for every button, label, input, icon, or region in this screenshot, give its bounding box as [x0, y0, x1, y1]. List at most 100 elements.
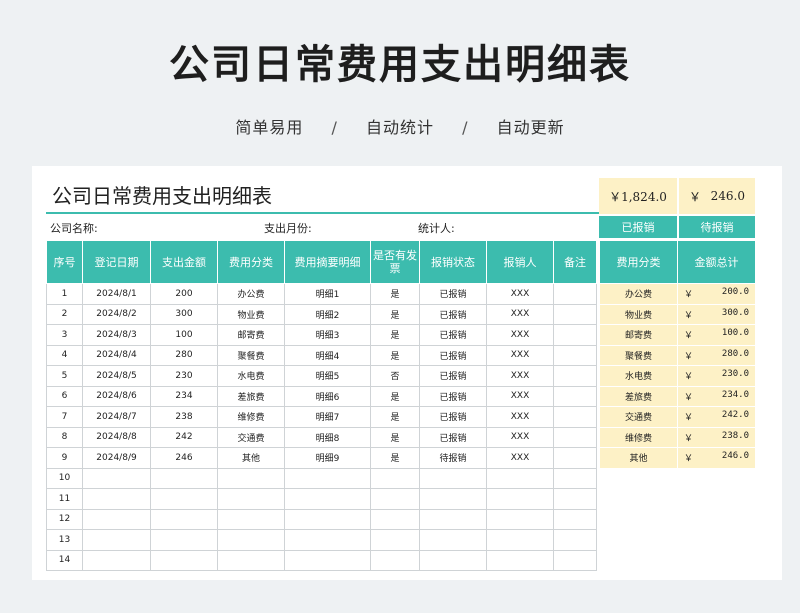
cell-amount[interactable]: 100	[150, 324, 218, 346]
cell-remark[interactable]	[553, 508, 597, 530]
pending-button[interactable]: 待报销	[679, 216, 755, 238]
cell-summary[interactable]: 明细8	[284, 426, 371, 448]
cell-category[interactable]: 交通费	[217, 426, 285, 448]
cell-remark[interactable]	[553, 324, 597, 346]
cell-invoice[interactable]	[370, 529, 420, 551]
cell-amount[interactable]	[150, 508, 218, 530]
stat-person-label[interactable]: 统计人:	[418, 220, 455, 236]
cell-date[interactable]	[82, 508, 151, 530]
cell-date[interactable]: 2024/8/6	[82, 385, 151, 407]
cell-status[interactable]	[419, 549, 487, 571]
cell-date[interactable]	[82, 488, 151, 510]
cell-status[interactable]: 已报销	[419, 344, 487, 366]
cell-summary[interactable]: 明细9	[284, 447, 371, 469]
cell-invoice[interactable]: 否	[370, 365, 420, 387]
cell-category[interactable]	[217, 549, 285, 571]
cell-invoice[interactable]: 是	[370, 283, 420, 305]
cell-summary[interactable]: 明细3	[284, 324, 371, 346]
cell-invoice[interactable]	[370, 467, 420, 489]
cell-reimburser[interactable]: XXX	[486, 426, 554, 448]
cell-reimburser[interactable]	[486, 488, 554, 510]
cell-status[interactable]	[419, 467, 487, 489]
cell-remark[interactable]	[553, 529, 597, 551]
cell-invoice[interactable]: 是	[370, 406, 420, 428]
cell-status[interactable]: 待报销	[419, 447, 487, 469]
cell-invoice[interactable]: 是	[370, 385, 420, 407]
cell-date[interactable]	[82, 549, 151, 571]
cell-reimburser[interactable]: XXX	[486, 365, 554, 387]
cell-amount[interactable]: 230	[150, 365, 218, 387]
cell-reimburser[interactable]: XXX	[486, 344, 554, 366]
cell-reimburser[interactable]	[486, 549, 554, 571]
cell-seq[interactable]: 11	[46, 488, 83, 510]
cell-category[interactable]	[217, 467, 285, 489]
cell-seq[interactable]: 4	[46, 344, 83, 366]
cell-category[interactable]: 聚餐费	[217, 344, 285, 366]
cell-seq[interactable]: 8	[46, 426, 83, 448]
cell-date[interactable]: 2024/8/5	[82, 365, 151, 387]
cell-category[interactable]: 邮寄费	[217, 324, 285, 346]
cell-amount[interactable]: 246	[150, 447, 218, 469]
cell-summary[interactable]	[284, 549, 371, 571]
cell-reimburser[interactable]: XXX	[486, 447, 554, 469]
cell-amount[interactable]	[150, 488, 218, 510]
cell-reimburser[interactable]	[486, 508, 554, 530]
cell-amount[interactable]	[150, 529, 218, 551]
cell-date[interactable]	[82, 529, 151, 551]
cell-invoice[interactable]	[370, 508, 420, 530]
cell-remark[interactable]	[553, 283, 597, 305]
cell-date[interactable]: 2024/8/8	[82, 426, 151, 448]
cell-remark[interactable]	[553, 549, 597, 571]
cell-amount[interactable]: 234	[150, 385, 218, 407]
cell-status[interactable]	[419, 529, 487, 551]
cell-amount[interactable]	[150, 467, 218, 489]
cell-date[interactable]: 2024/8/3	[82, 324, 151, 346]
cell-summary[interactable]: 明细6	[284, 385, 371, 407]
cell-seq[interactable]: 9	[46, 447, 83, 469]
cell-category[interactable]	[217, 488, 285, 510]
cell-seq[interactable]: 7	[46, 406, 83, 428]
cell-status[interactable]: 已报销	[419, 426, 487, 448]
cell-reimburser[interactable]: XXX	[486, 406, 554, 428]
cell-date[interactable]: 2024/8/9	[82, 447, 151, 469]
company-name-label[interactable]: 公司名称:	[50, 220, 98, 236]
cell-seq[interactable]: 10	[46, 467, 83, 489]
cell-category[interactable]: 办公费	[217, 283, 285, 305]
cell-remark[interactable]	[553, 467, 597, 489]
cell-summary[interactable]: 明细7	[284, 406, 371, 428]
cell-status[interactable]: 已报销	[419, 365, 487, 387]
cell-category[interactable]: 维修费	[217, 406, 285, 428]
cell-date[interactable]: 2024/8/2	[82, 303, 151, 325]
cell-status[interactable]: 已报销	[419, 385, 487, 407]
cell-category[interactable]: 物业费	[217, 303, 285, 325]
cell-category[interactable]	[217, 529, 285, 551]
cell-summary[interactable]: 明细2	[284, 303, 371, 325]
cell-invoice[interactable]: 是	[370, 426, 420, 448]
cell-amount[interactable]: 238	[150, 406, 218, 428]
cell-invoice[interactable]: 是	[370, 324, 420, 346]
cell-amount[interactable]	[150, 549, 218, 571]
cell-date[interactable]: 2024/8/4	[82, 344, 151, 366]
cell-summary[interactable]	[284, 488, 371, 510]
cell-date[interactable]	[82, 467, 151, 489]
cell-amount[interactable]: 280	[150, 344, 218, 366]
cell-reimburser[interactable]: XXX	[486, 385, 554, 407]
cell-invoice[interactable]: 是	[370, 344, 420, 366]
cell-seq[interactable]: 12	[46, 508, 83, 530]
cell-invoice[interactable]: 是	[370, 303, 420, 325]
cell-summary[interactable]: 明细1	[284, 283, 371, 305]
cell-seq[interactable]: 1	[46, 283, 83, 305]
cell-remark[interactable]	[553, 447, 597, 469]
cell-status[interactable]	[419, 508, 487, 530]
cell-summary[interactable]	[284, 508, 371, 530]
cell-seq[interactable]: 2	[46, 303, 83, 325]
cell-remark[interactable]	[553, 344, 597, 366]
cell-date[interactable]: 2024/8/1	[82, 283, 151, 305]
cell-status[interactable]: 已报销	[419, 406, 487, 428]
cell-seq[interactable]: 14	[46, 549, 83, 571]
expense-month-label[interactable]: 支出月份:	[264, 220, 312, 236]
cell-reimburser[interactable]: XXX	[486, 283, 554, 305]
cell-amount[interactable]: 242	[150, 426, 218, 448]
cell-date[interactable]: 2024/8/7	[82, 406, 151, 428]
cell-invoice[interactable]	[370, 549, 420, 571]
